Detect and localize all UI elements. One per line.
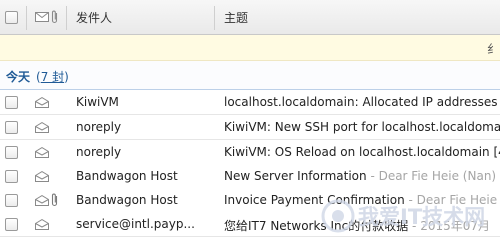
- envelope-open-icon: [35, 219, 49, 230]
- column-divider: [214, 6, 215, 30]
- message-subject: New Server Information - Dear Fie Heie (…: [224, 169, 500, 183]
- attachment-column-icon[interactable]: [51, 10, 59, 24]
- notice-strip-text: 纟: [486, 42, 499, 56]
- select-all-checkbox[interactable]: [5, 11, 18, 24]
- paperclip-icon: [51, 193, 58, 207]
- message-row[interactable]: Bandwagon Host Invoice Payment Confirmat…: [0, 188, 500, 213]
- message-subject: localhost.localdomain: Allocated IP addr…: [224, 95, 500, 109]
- message-sender: Bandwagon Host: [76, 169, 178, 183]
- row-checkbox[interactable]: [5, 218, 18, 231]
- envelope-open-icon: [35, 122, 49, 133]
- message-subject-text: 您给IT7 Networks Inc的付款收据: [224, 219, 409, 233]
- sender-column-header[interactable]: 发件人: [76, 0, 112, 34]
- message-sender: service@intl.payp...: [76, 217, 195, 231]
- message-row[interactable]: Bandwagon Host New Server Information - …: [0, 164, 500, 189]
- message-row[interactable]: KiwiVM localhost.localdomain: Allocated …: [0, 90, 500, 115]
- subject-column-header[interactable]: 主题: [224, 0, 248, 34]
- message-subject-text: localhost.localdomain: Allocated IP addr…: [224, 95, 500, 109]
- envelope-open-icon: [35, 147, 49, 158]
- notice-strip: 纟: [0, 35, 500, 61]
- message-subject-text: Invoice Payment Confirmation: [224, 193, 405, 207]
- row-checkbox[interactable]: [5, 170, 18, 183]
- message-snippet: - Dear Fie Heie (Nan): [366, 169, 497, 183]
- envelope-open-icon: [35, 97, 49, 108]
- group-count-close: ): [64, 70, 69, 84]
- column-divider: [26, 6, 27, 30]
- message-sender: noreply: [76, 120, 122, 134]
- row-checkbox[interactable]: [5, 146, 18, 159]
- message-subject-text: KiwiVM: OS Reload on localhost.localdoma…: [224, 145, 500, 159]
- message-subject-text: New Server Information: [224, 169, 367, 183]
- group-count-link[interactable]: 7 封: [41, 70, 64, 84]
- message-subject: KiwiVM: New SSH port for localhost.local…: [224, 120, 500, 134]
- message-list-header: 发件人 主题: [0, 0, 500, 35]
- message-sender: KiwiVM: [76, 95, 119, 109]
- row-checkbox[interactable]: [5, 194, 18, 207]
- message-snippet: - Dear Fie Heie: [404, 193, 498, 207]
- date-group-header: 今天 (7 封): [0, 61, 500, 90]
- group-count: (7 封): [36, 68, 69, 85]
- message-subject: Invoice Payment Confirmation - Dear Fie …: [224, 193, 500, 207]
- row-checkbox[interactable]: [5, 121, 18, 134]
- message-subject: KiwiVM: OS Reload on localhost.localdoma…: [224, 145, 500, 159]
- message-subject: 您给IT7 Networks Inc的付款收据 - 2015年07月: [224, 217, 500, 234]
- column-divider: [66, 6, 67, 30]
- message-row[interactable]: noreply KiwiVM: OS Reload on localhost.l…: [0, 140, 500, 165]
- message-snippet: - 2015年07月: [408, 219, 491, 233]
- message-row[interactable]: service@intl.payp... 您给IT7 Networks Inc的…: [0, 212, 500, 237]
- read-status-column-icon[interactable]: [35, 12, 49, 22]
- row-checkbox[interactable]: [5, 96, 18, 109]
- message-subject-text: KiwiVM: New SSH port for localhost.local…: [224, 120, 500, 134]
- message-sender: noreply: [76, 145, 122, 159]
- message-sender: Bandwagon Host: [76, 193, 178, 207]
- envelope-open-icon: [35, 171, 49, 182]
- group-label: 今天: [6, 70, 31, 84]
- envelope-open-icon: [35, 195, 49, 206]
- message-row[interactable]: noreply KiwiVM: New SSH port for localho…: [0, 115, 500, 140]
